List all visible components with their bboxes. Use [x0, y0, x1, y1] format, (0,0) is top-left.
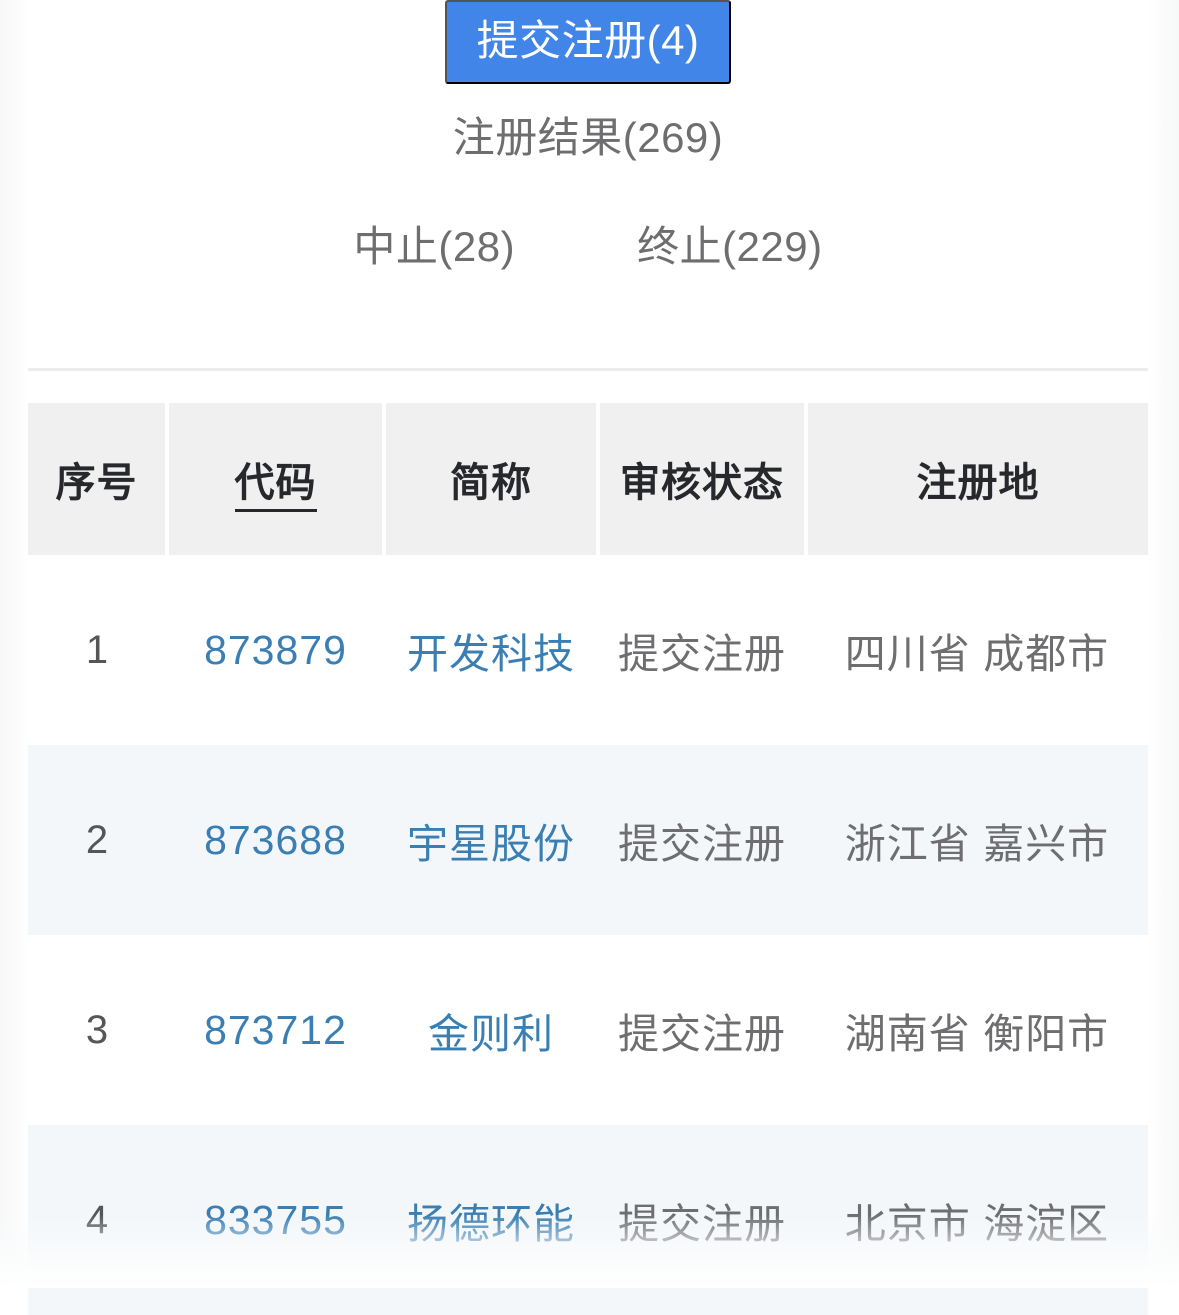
filter-row-result: 注册结果(269)	[28, 88, 1148, 188]
cell-code[interactable]: 873712	[167, 935, 384, 1125]
tab-suspended[interactable]: 中止(28)	[353, 226, 515, 268]
column-header-seq-label: 序号	[55, 461, 138, 505]
tab-submit-registration[interactable]: 提交注册(4)	[444, 0, 732, 84]
cell-seq: 4	[28, 1125, 167, 1315]
column-header-code-label: 代码	[234, 461, 317, 512]
tab-registration-result[interactable]: 注册结果(269)	[453, 117, 724, 159]
cell-code[interactable]: 873688	[167, 745, 384, 935]
panel-divider	[28, 368, 1148, 371]
cell-review-status: 提交注册	[598, 1125, 806, 1315]
cell-region: 四川省 成都市	[806, 555, 1148, 745]
table-header: 序号 代码 简称 审核状态 注册地	[28, 403, 1148, 555]
registration-table: 序号 代码 简称 审核状态 注册地 1 873879 开发科技 提交注册 四川省…	[28, 403, 1148, 1315]
cell-code[interactable]: 833755	[167, 1125, 384, 1315]
cell-seq: 3	[28, 935, 167, 1125]
filter-panel: 提交注册(4) 注册结果(269) 中止(28) 终止(229)	[28, 0, 1148, 368]
column-header-region-label: 注册地	[916, 461, 1040, 505]
table-row[interactable]: 4 833755 扬德环能 提交注册 北京市 海淀区	[28, 1125, 1148, 1315]
page-right-edge	[1148, 0, 1179, 1288]
filter-row-primary: 提交注册(4)	[28, 0, 1148, 88]
table-row[interactable]: 2 873688 宇星股份 提交注册 浙江省 嘉兴市	[28, 745, 1148, 935]
cell-short-name[interactable]: 宇星股份	[384, 745, 598, 935]
cell-seq: 2	[28, 745, 167, 935]
tab-terminated[interactable]: 终止(229)	[637, 226, 823, 268]
column-header-review-status[interactable]: 审核状态	[598, 403, 808, 555]
column-header-review-status-label: 审核状态	[620, 461, 784, 505]
table-row[interactable]: 3 873712 金则利 提交注册 湖南省 衡阳市	[28, 935, 1148, 1125]
filter-row-terminations: 中止(28) 终止(229)	[28, 188, 1148, 306]
column-header-short-name[interactable]: 简称	[384, 403, 600, 555]
column-header-seq[interactable]: 序号	[28, 403, 169, 555]
cell-short-name[interactable]: 扬德环能	[384, 1125, 598, 1315]
cell-region: 浙江省 嘉兴市	[806, 745, 1148, 935]
registration-table-wrap: 序号 代码 简称 审核状态 注册地 1 873879 开发科技 提交注册 四川省…	[28, 403, 1148, 1315]
cell-region: 湖南省 衡阳市	[806, 935, 1148, 1125]
cell-review-status: 提交注册	[598, 555, 806, 745]
cell-review-status: 提交注册	[598, 935, 806, 1125]
table-header-row: 序号 代码 简称 审核状态 注册地	[28, 403, 1148, 555]
cell-region: 北京市 海淀区	[806, 1125, 1148, 1315]
cell-code[interactable]: 873879	[167, 555, 384, 745]
cell-review-status: 提交注册	[598, 745, 806, 935]
cell-seq: 1	[28, 555, 167, 745]
registration-list-page: 提交注册(4) 注册结果(269) 中止(28) 终止(229) 序号 代码 简…	[0, 0, 1179, 1315]
table-row[interactable]: 1 873879 开发科技 提交注册 四川省 成都市	[28, 555, 1148, 745]
cell-short-name[interactable]: 开发科技	[384, 555, 598, 745]
table-body: 1 873879 开发科技 提交注册 四川省 成都市 2 873688 宇星股份…	[28, 555, 1148, 1315]
page-left-edge	[0, 0, 28, 1288]
column-header-code[interactable]: 代码	[167, 403, 386, 555]
cell-short-name[interactable]: 金则利	[384, 935, 598, 1125]
column-header-short-name-label: 简称	[450, 461, 532, 505]
column-header-region[interactable]: 注册地	[806, 403, 1148, 555]
